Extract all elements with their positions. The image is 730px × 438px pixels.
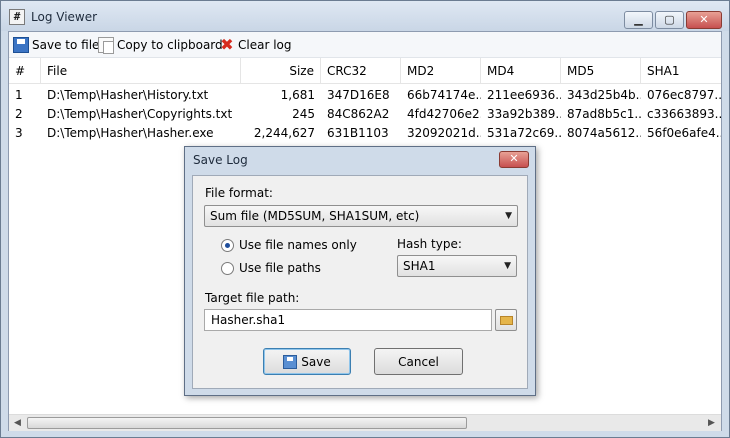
folder-icon <box>500 316 513 325</box>
window-title: Log Viewer <box>31 10 98 24</box>
cancel-button[interactable]: Cancel <box>374 348 463 375</box>
hash-type-value: SHA1 <box>403 259 436 273</box>
cell-md4: 33a92b389... <box>487 107 561 121</box>
save-to-file-label: Save to file <box>32 38 100 52</box>
target-path-input[interactable]: Hasher.sha1 <box>204 309 492 331</box>
cell-sha1: c33663893... <box>647 107 721 121</box>
cell-size: 245 <box>292 107 315 121</box>
cell-md5: 87ad8b5c1... <box>567 107 641 121</box>
maximize-button[interactable]: ▢ <box>655 11 684 29</box>
use-file-paths-radio[interactable]: Use file paths <box>221 261 321 275</box>
use-file-paths-label: Use file paths <box>239 261 321 275</box>
column-header-index[interactable]: # <box>9 58 41 84</box>
close-button[interactable]: ✕ <box>686 11 722 29</box>
clear-icon: ✖ <box>220 35 234 54</box>
column-header-md5[interactable]: MD5 <box>561 58 641 84</box>
use-file-names-label: Use file names only <box>239 238 357 252</box>
cell-md2: 4fd42706e2... <box>407 107 481 121</box>
cell-size: 1,681 <box>280 88 315 102</box>
column-header-sha1[interactable]: SHA1 <box>641 58 721 84</box>
cell-file: D:\Temp\Hasher\Hasher.exe <box>47 126 214 140</box>
cell-index: 3 <box>15 126 23 140</box>
dialog-close-button[interactable]: ✕ <box>499 151 529 168</box>
radio-checked-icon <box>221 238 234 252</box>
hash-type-label: Hash type: <box>397 237 462 251</box>
cell-index: 1 <box>15 88 23 102</box>
file-format-label: File format: <box>205 186 273 200</box>
column-header-md2[interactable]: MD2 <box>401 58 481 84</box>
cell-md2: 32092021d... <box>407 126 481 140</box>
chevron-down-icon: ▼ <box>505 211 512 221</box>
cell-md2: 66b74174e... <box>407 88 481 102</box>
cell-crc32: 84C862A2 <box>327 107 390 121</box>
cell-sha1: 56f0e6afe4... <box>647 126 721 140</box>
copy-to-clipboard-button[interactable]: Copy to clipboard <box>98 36 223 54</box>
title-bar[interactable]: # Log Viewer ▁ ▢ ✕ <box>1 1 729 31</box>
dialog-body: File format: Sum file (MD5SUM, SHA1SUM, … <box>192 175 528 389</box>
cell-index: 2 <box>15 107 23 121</box>
app-icon: # <box>9 9 25 25</box>
clear-log-label: Clear log <box>238 38 292 52</box>
chevron-down-icon: ▼ <box>504 261 511 271</box>
column-header-size[interactable]: Size <box>241 58 321 84</box>
dialog-title: Save Log <box>193 153 248 167</box>
radio-unchecked-icon <box>221 261 234 275</box>
copy-to-clipboard-label: Copy to clipboard <box>117 38 223 52</box>
save-icon <box>13 37 29 53</box>
target-path-label: Target file path: <box>205 291 300 305</box>
file-format-select[interactable]: Sum file (MD5SUM, SHA1SUM, etc) ▼ <box>204 205 518 227</box>
column-header-md4[interactable]: MD4 <box>481 58 561 84</box>
table-row[interactable]: 2 D:\Temp\Hasher\Copyrights.txt 245 84C8… <box>9 105 721 124</box>
save-button[interactable]: Save <box>263 348 351 375</box>
hash-type-select[interactable]: SHA1 ▼ <box>397 255 517 277</box>
cell-md5: 8074a5612... <box>567 126 641 140</box>
browse-button[interactable] <box>495 309 517 331</box>
cell-md5: 343d25b4b... <box>567 88 641 102</box>
toolbar: Save to file Copy to clipboard ✖ Clear l… <box>9 32 721 58</box>
cell-sha1: 076ec8797... <box>647 88 721 102</box>
table-row[interactable]: 3 D:\Temp\Hasher\Hasher.exe 2,244,627 63… <box>9 124 721 143</box>
table-row[interactable]: 1 D:\Temp\Hasher\History.txt 1,681 347D1… <box>9 86 721 105</box>
scroll-right-arrow-icon[interactable]: ▶ <box>703 415 720 431</box>
save-icon <box>283 354 298 369</box>
file-format-value: Sum file (MD5SUM, SHA1SUM, etc) <box>210 209 420 223</box>
save-button-label: Save <box>301 354 331 369</box>
use-file-names-radio[interactable]: Use file names only <box>221 238 357 252</box>
cell-crc32: 631B1103 <box>327 126 389 140</box>
cell-size: 2,244,627 <box>253 126 315 140</box>
clear-log-button[interactable]: ✖ Clear log <box>219 35 292 54</box>
copy-icon <box>98 37 114 54</box>
cell-file: D:\Temp\Hasher\History.txt <box>47 88 209 102</box>
minimize-button[interactable]: ▁ <box>624 11 653 29</box>
list-header: # File Size CRC32 MD2 MD4 MD5 SHA1 <box>9 58 721 84</box>
column-header-file[interactable]: File <box>41 58 241 84</box>
save-log-dialog: Save Log ✕ File format: Sum file (MD5SUM… <box>184 146 536 396</box>
scrollbar-thumb[interactable] <box>27 417 467 429</box>
cell-crc32: 347D16E8 <box>327 88 390 102</box>
cell-md4: 531a72c69... <box>487 126 561 140</box>
cell-md4: 211ee6936... <box>487 88 561 102</box>
column-header-crc32[interactable]: CRC32 <box>321 58 401 84</box>
horizontal-scrollbar[interactable]: ◀ ▶ <box>9 414 721 431</box>
save-to-file-button[interactable]: Save to file <box>13 36 99 54</box>
cancel-button-label: Cancel <box>398 354 439 369</box>
scroll-left-arrow-icon[interactable]: ◀ <box>9 415 26 431</box>
cell-file: D:\Temp\Hasher\Copyrights.txt <box>47 107 233 121</box>
